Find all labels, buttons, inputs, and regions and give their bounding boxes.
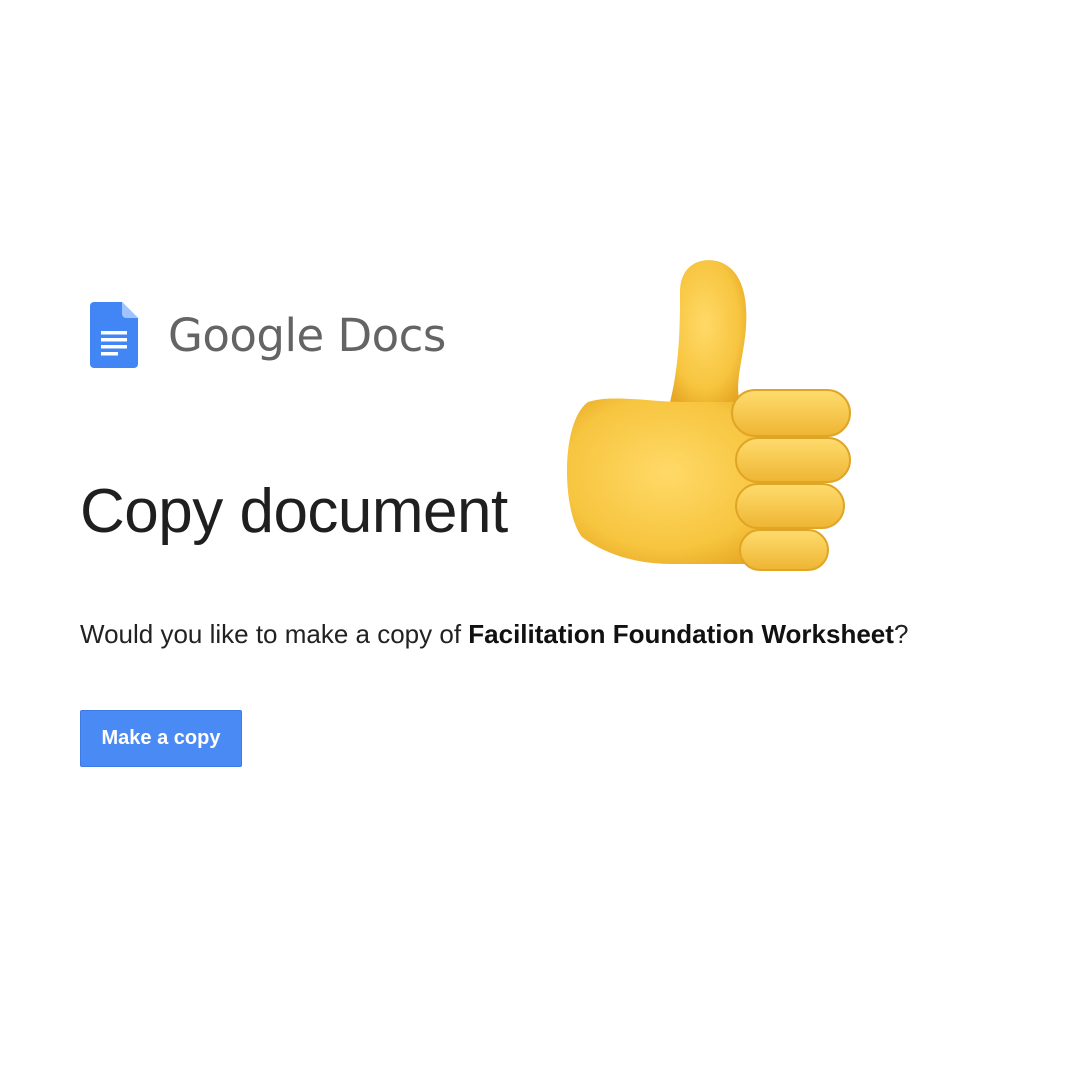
thumbs-up-icon [566, 260, 851, 571]
brand-name: Google Docs [168, 308, 446, 362]
prompt-suffix: ? [893, 619, 909, 649]
prompt-prefix: Would you like to make a copy of [80, 619, 469, 649]
document-name: Facilitation Foundation Worksheet [468, 619, 894, 649]
copy-document-page: Google Docs Copy document Would you like… [0, 0, 1080, 1080]
google-docs-icon [90, 302, 138, 368]
copy-prompt: Would you like to make a copy of Facilit… [80, 619, 908, 650]
brand-header: Google Docs [90, 302, 446, 368]
make-a-copy-button[interactable]: Make a copy [80, 710, 242, 767]
page-title: Copy document [80, 477, 508, 546]
